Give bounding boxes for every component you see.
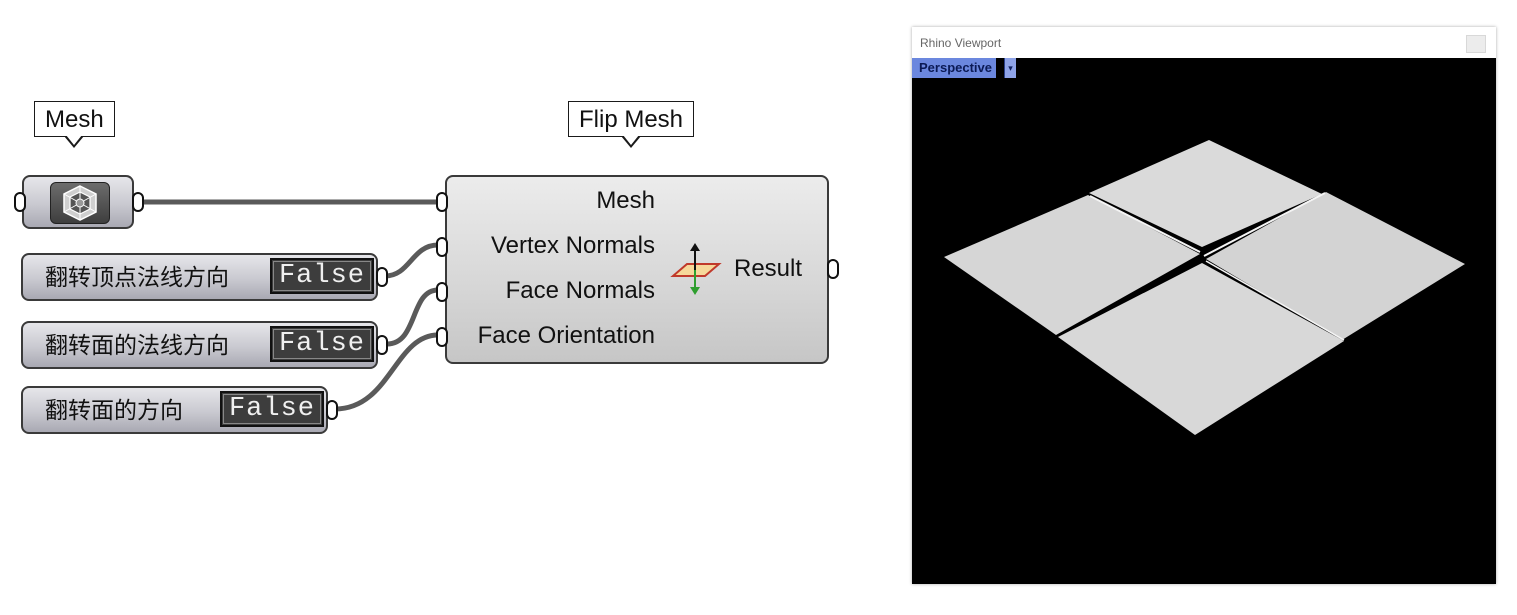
input-face-normals-label: Face Normals — [505, 277, 655, 304]
flip-mesh-icon — [669, 243, 723, 297]
output-result-label: Result — [734, 255, 803, 282]
flip-input-mesh-grip[interactable] — [436, 192, 448, 212]
wire-vertex-normals — [384, 242, 439, 279]
mesh-callout-text: Mesh — [45, 106, 104, 133]
toggle-flip-face-normals[interactable]: 翻转面的法线方向 False — [21, 321, 378, 369]
toggle-value[interactable]: False — [220, 391, 324, 427]
flip-mesh-callout: Flip Mesh — [568, 101, 695, 148]
flip-input-vertex-normals-grip[interactable] — [436, 237, 448, 257]
viewport-name-tab[interactable]: Perspective — [912, 58, 996, 78]
flip-input-face-normals-grip[interactable] — [436, 282, 448, 302]
toggle-output-grip[interactable] — [376, 267, 388, 287]
toggle-flip-face-orientation[interactable]: 翻转面的方向 False — [21, 386, 328, 434]
toggle-value[interactable]: False — [270, 326, 374, 362]
toggle-label: 翻转顶点法线方向 — [45, 265, 229, 291]
dropdown-arrow-icon[interactable]: ▾ — [1004, 58, 1016, 78]
viewport-close-button[interactable] — [1466, 35, 1486, 53]
mesh-param-input-grip[interactable] — [14, 192, 26, 212]
mesh-parameter[interactable] — [22, 175, 134, 229]
flip-output-result-grip[interactable] — [827, 259, 839, 279]
mesh-callout: Mesh — [34, 101, 115, 148]
input-mesh-label: Mesh — [596, 187, 655, 214]
viewport-title: Rhino Viewport — [920, 36, 1002, 50]
toggle-label: 翻转面的方向 — [45, 398, 183, 424]
rhino-viewport[interactable]: Rhino Viewport Perspective ▾ — [912, 27, 1496, 584]
flip-input-face-orientation-grip[interactable] — [436, 327, 448, 347]
flip-mesh-callout-text: Flip Mesh — [579, 106, 684, 133]
toggle-flip-vertex-normals[interactable]: 翻转顶点法线方向 False — [21, 253, 378, 301]
mesh-param-icon — [50, 182, 110, 224]
toggle-output-grip[interactable] — [376, 335, 388, 355]
viewport-scene[interactable] — [912, 78, 1496, 584]
mesh-param-output-grip[interactable] — [132, 192, 144, 212]
toggle-label: 翻转面的法线方向 — [45, 333, 229, 359]
viewport-titlebar: Rhino Viewport — [912, 27, 1496, 58]
viewport-name: Perspective — [919, 60, 992, 75]
flip-mesh-component[interactable]: Mesh Vertex Normals Face Normals Face Or… — [445, 175, 829, 364]
toggle-value[interactable]: False — [270, 258, 374, 294]
input-face-orientation-label: Face Orientation — [477, 322, 655, 349]
input-vertex-normals-label: Vertex Normals — [490, 232, 655, 259]
grasshopper-canvas[interactable]: Mesh Flip Mesh 翻转顶点法线方向 False 翻转面的法线方向 F… — [0, 0, 890, 615]
toggle-output-grip[interactable] — [326, 400, 338, 420]
